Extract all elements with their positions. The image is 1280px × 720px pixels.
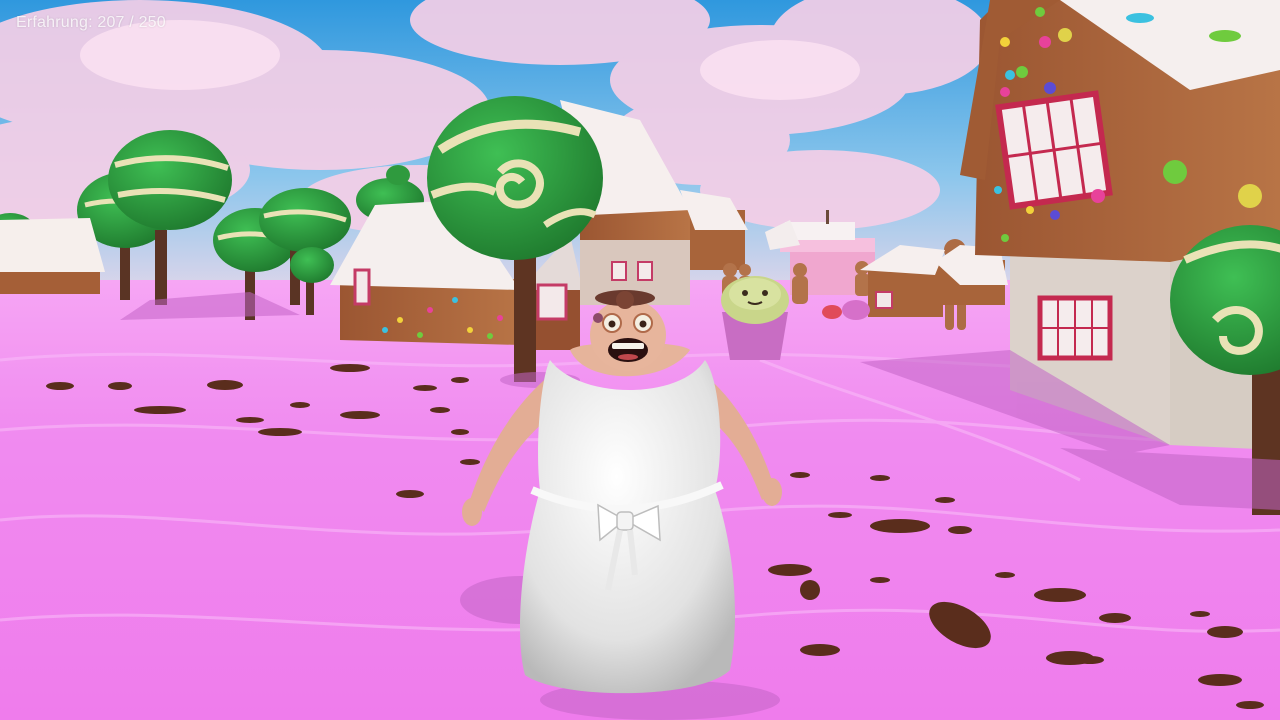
cupcake[interactable] <box>721 276 789 360</box>
gingerbread-house[interactable] <box>0 218 105 294</box>
experience-counter: Erfahrung: 207 / 250 <box>16 14 166 31</box>
game-scene[interactable] <box>0 0 1280 720</box>
game-viewport[interactable]: Erfahrung: 207 / 250 <box>0 0 1280 720</box>
